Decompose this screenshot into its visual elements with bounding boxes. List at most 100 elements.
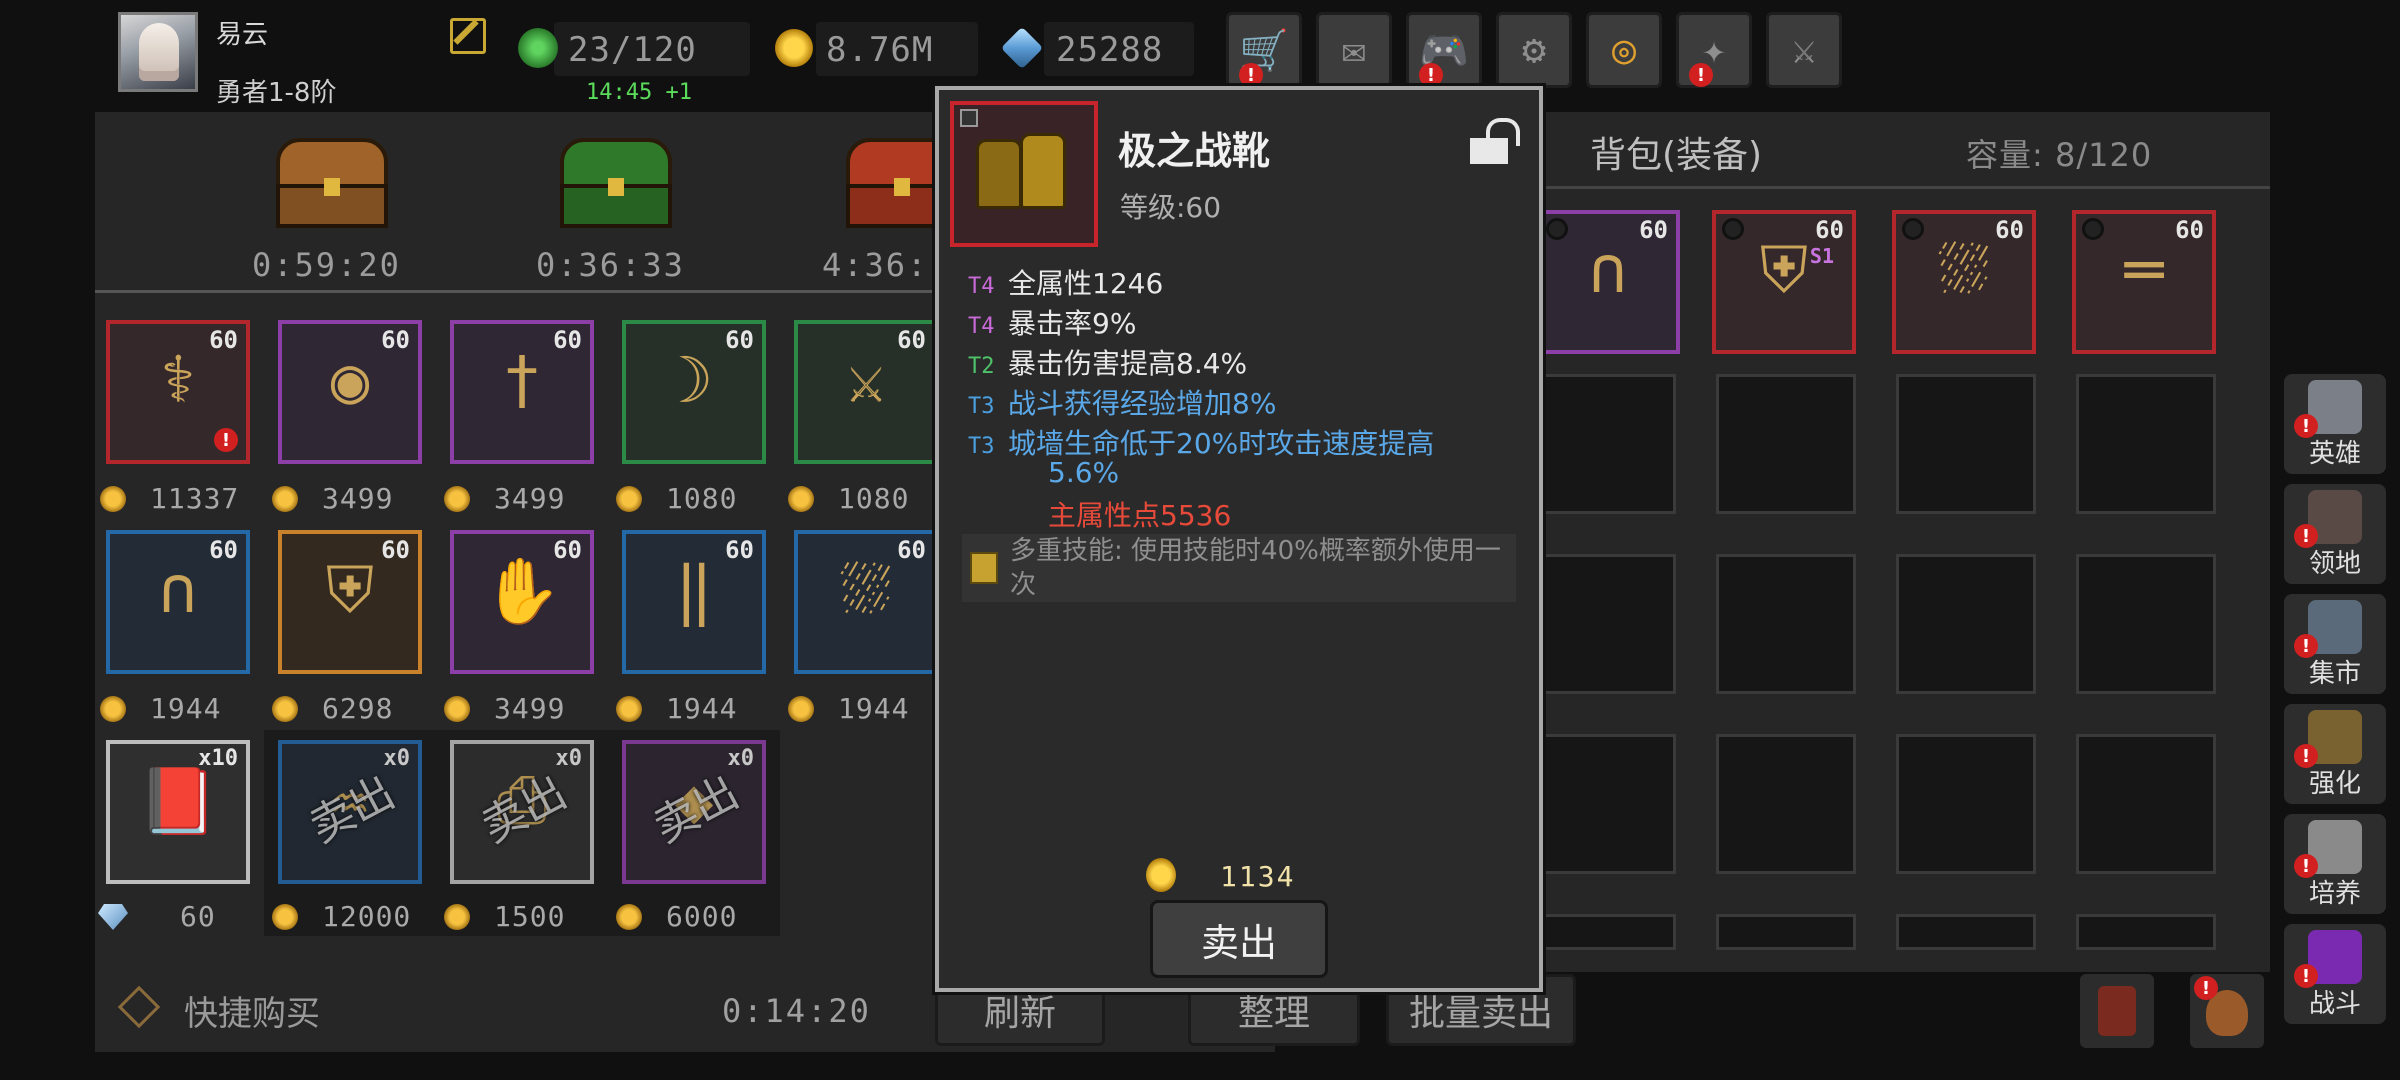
quick-buy-button[interactable]: 快捷购买 (184, 986, 320, 1035)
helmet-icon: ∩ (1588, 234, 1628, 308)
bag-empty-slot[interactable] (1896, 734, 2036, 874)
alert-badge: ! (1239, 63, 1263, 87)
side-nav-label: 强化 (2308, 769, 2361, 799)
side-nav-market[interactable]: ! 集市 (2284, 594, 2386, 694)
bag-empty-slot[interactable] (1536, 554, 1676, 694)
stat-text: 战斗获得经验增加8% (1008, 387, 1277, 420)
bag-item-slot[interactable]: ⛆ 60 (1892, 210, 2036, 354)
alert-badge: ! (1419, 63, 1443, 87)
armor-icon (2098, 986, 2136, 1036)
bag-empty-slot[interactable] (2076, 914, 2216, 950)
helmet-icon: ∩ (158, 554, 198, 628)
shop-item-slot[interactable]: ⛨ 60 (278, 530, 422, 674)
settings-gear-button[interactable]: ⚙ (1496, 12, 1572, 88)
shop-item-slot[interactable]: 📕 x10 (106, 740, 250, 884)
shop-item-slot[interactable]: ∩ 60 (106, 530, 250, 674)
bag-title: 背包(装备) (1590, 135, 1763, 176)
boots-icon: ⛆ (840, 554, 892, 628)
bag-item-slot[interactable]: ∩ 60 (1536, 210, 1680, 354)
bag-empty-slot[interactable] (1716, 374, 1856, 514)
side-nav-portal[interactable]: ! 战斗 (2284, 924, 2386, 1024)
bag-divider (1540, 186, 2270, 189)
bag-empty-slot[interactable] (1896, 914, 2036, 950)
sold-out-slot: ♒ x0 卖出 (278, 740, 422, 884)
book-icon: 📕 (138, 765, 218, 839)
bag-empty-slot[interactable] (1716, 554, 1856, 694)
shop-cart-button[interactable]: 🛒! (1226, 12, 1302, 88)
shop-item-slot[interactable]: ☽ 60 (622, 320, 766, 464)
side-nav-label: 培养 (2308, 879, 2361, 909)
bag-item-slot[interactable]: ⛨ 60 S1 (1712, 210, 1856, 354)
bag-empty-slot[interactable] (1536, 734, 1676, 874)
gold-coin-icon (100, 486, 126, 512)
side-nav-hero[interactable]: ! 英雄 (2284, 374, 2386, 474)
skill-scroll-icon (970, 552, 998, 584)
player-avatar[interactable] (118, 12, 198, 92)
stat-tier: T4 (968, 274, 995, 299)
bag-empty-slot[interactable] (1896, 554, 2036, 694)
unlock-icon[interactable] (1470, 118, 1510, 166)
crossed-swords-icon: ⚔ (1791, 27, 1817, 73)
item-stat-line: 5.6% (1008, 456, 1119, 489)
item-level-badge: 60 (553, 326, 582, 354)
equip-indicator-icon (1722, 218, 1744, 240)
item-level-badge: 60 (725, 536, 754, 564)
gold-coin-icon (788, 696, 814, 722)
shop-item-slot[interactable]: ⛆ 60 (794, 530, 938, 674)
gold-coin-icon (272, 696, 298, 722)
item-level-badge: 60 (897, 536, 926, 564)
item-level-badge: 60 (209, 326, 238, 354)
bag-empty-slot[interactable] (1716, 734, 1856, 874)
armor-filter-button[interactable] (2080, 974, 2154, 1048)
shop-item-slot[interactable]: ⚔ 60 (794, 320, 938, 464)
stat-text: 主属性点5536 (1048, 499, 1232, 532)
shop-item-slot[interactable]: ⚕ 60! (106, 320, 250, 464)
treasure-chest[interactable] (556, 128, 676, 228)
treasure-chest[interactable] (272, 128, 392, 228)
shop-item-slot[interactable]: ‖ 60 (622, 530, 766, 674)
leg-armor-icon: ‖ (674, 554, 714, 628)
boots-icon: ⛆ (1938, 234, 1990, 308)
sold-out-slot: ⎙ x0 卖出 (450, 740, 594, 884)
staff-icon: ⚕ (158, 344, 198, 418)
item-price: 6298 (322, 692, 394, 725)
bag-empty-slot[interactable] (1896, 374, 2036, 514)
bag-item-slot[interactable]: ═ 60 (2072, 210, 2216, 354)
mail-button[interactable]: ✉ (1316, 12, 1392, 88)
sell-coin-icon (1146, 858, 1176, 892)
side-nav-grail[interactable]: ! 培养 (2284, 814, 2386, 914)
gold-coin-icon (616, 486, 642, 512)
sword-icon: ⚔ (846, 344, 886, 418)
stamina-timer: 14:45 +1 (586, 80, 692, 105)
bag-empty-slot[interactable] (2076, 374, 2216, 514)
sell-button[interactable]: 卖出 (1150, 900, 1328, 978)
color-wheel-button[interactable]: ◎ (1586, 12, 1662, 88)
bag-empty-slot[interactable] (2076, 734, 2216, 874)
crossed-swords-button[interactable]: ⚔ (1766, 12, 1842, 88)
item-level-badge: 60 (897, 326, 926, 354)
bag-empty-slot[interactable] (1536, 374, 1676, 514)
equip-indicator-icon (1546, 218, 1568, 240)
item-price: 1944 (666, 692, 738, 725)
bag-empty-slot[interactable] (2076, 554, 2216, 694)
item-price: 3499 (494, 482, 566, 515)
bag-empty-slot[interactable] (1536, 914, 1676, 950)
equip-indicator-icon (2082, 218, 2104, 240)
edit-name-icon[interactable] (450, 18, 486, 54)
stat-tier: T3 (968, 394, 995, 419)
item-level-badge: 60 (209, 536, 238, 564)
shop-item-slot[interactable]: ✋ 60 (450, 530, 594, 674)
shop-item-slot[interactable]: † 60 (450, 320, 594, 464)
item-price: 12000 (322, 900, 412, 933)
gold-coin-icon (272, 486, 298, 512)
bag-empty-slot[interactable] (1716, 914, 1856, 950)
skill-tree-button[interactable]: ✦! (1676, 12, 1752, 88)
info-badge-icon (960, 109, 978, 127)
shop-item-slot[interactable]: ◉ 60 (278, 320, 422, 464)
side-nav-enhance[interactable]: ! 强化 (2284, 704, 2386, 804)
item-price: 1944 (838, 692, 910, 725)
side-nav-castle[interactable]: ! 领地 (2284, 484, 2386, 584)
gamepad-button[interactable]: 🎮! (1406, 12, 1482, 88)
sack-filter-button[interactable]: ! (2190, 974, 2264, 1048)
alert-badge: ! (2194, 976, 2218, 1000)
